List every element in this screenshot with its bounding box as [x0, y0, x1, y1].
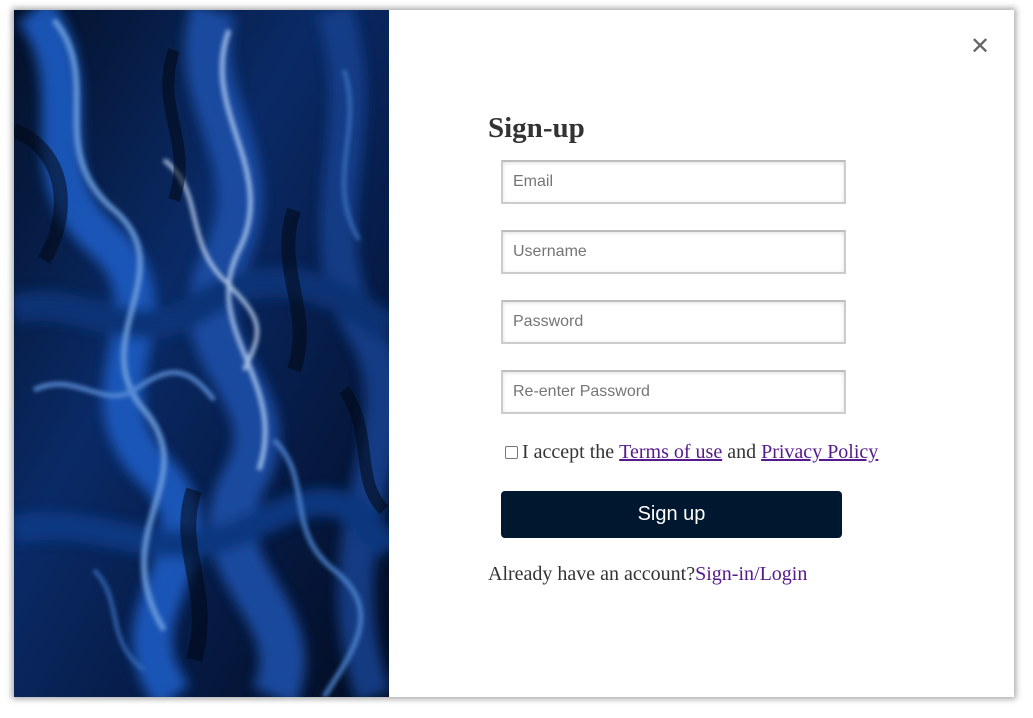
sign-up-button[interactable]: Sign up — [501, 491, 842, 538]
terms-conjunction: and — [727, 441, 757, 463]
terms-prefix: I accept the — [522, 441, 615, 463]
terms-of-use-link[interactable]: Terms of use — [619, 441, 722, 464]
username-field[interactable] — [501, 230, 846, 274]
login-prompt-text: Already have an account? — [488, 563, 696, 585]
page-title: Sign-up — [488, 112, 585, 144]
signup-modal: ✕ Sign-up I accept the Terms of use and … — [14, 10, 1014, 697]
close-icon[interactable]: ✕ — [964, 30, 996, 62]
login-prompt: Already have an account?Sign-in/Login — [488, 563, 807, 586]
sign-in-link[interactable]: Sign-in/Login — [695, 563, 807, 585]
terms-row: I accept the Terms of use and Privacy Po… — [505, 441, 878, 464]
accept-terms-checkbox[interactable] — [505, 446, 518, 459]
password-field[interactable] — [501, 300, 846, 344]
privacy-policy-link[interactable]: Privacy Policy — [761, 441, 878, 464]
email-field[interactable] — [501, 160, 846, 204]
reenter-password-field[interactable] — [501, 370, 846, 414]
abstract-blue-marble-image — [14, 10, 389, 697]
